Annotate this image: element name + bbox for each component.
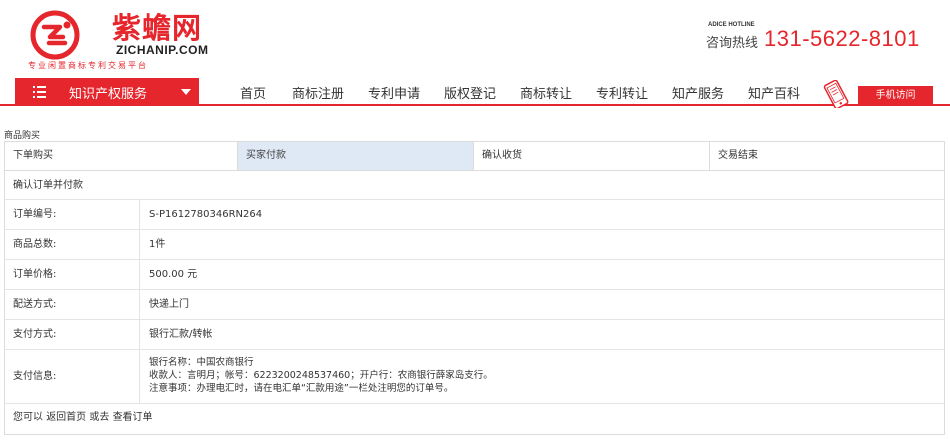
nav-link-patent-transfer[interactable]: 专利转让 [596, 83, 648, 102]
hotline: ADICE HOTLINE 咨询热线 131-5622-8101 [706, 22, 936, 62]
nav-link-ip-wiki[interactable]: 知产百科 [748, 83, 800, 102]
order-price-label: 订单价格: [13, 269, 57, 280]
view-orders-link[interactable]: 查看订单 [113, 412, 153, 423]
hotline-label: 咨询热线 [706, 36, 759, 51]
payment-method-label: 支付方式: [13, 329, 57, 340]
item-total-label: 商品总数: [13, 239, 57, 250]
footer-links-row: 您可以 返回首页 或去 查看订单 [5, 404, 944, 434]
step-place-order: 下单购买 [5, 142, 238, 170]
payment-method-value: 银行汇款/转帐 [139, 320, 212, 349]
table-row: 订单价格: 500.00 元 [5, 260, 944, 290]
order-steps: 下单购买 买家付款 确认收货 交易结束 [5, 142, 944, 171]
delivery-label: 配送方式: [13, 299, 57, 310]
table-row: 订单编号: S-P1612780346RN264 [5, 200, 944, 230]
mobile-phone-icon [823, 80, 849, 108]
nav-link-copyright[interactable]: 版权登记 [444, 83, 496, 102]
confirm-title: 确认订单并付款 [13, 180, 83, 191]
menu-icon [33, 86, 46, 98]
hotline-number: 131-5622-8101 [764, 26, 920, 51]
table-row: 商品总数: 1件 [5, 230, 944, 260]
logo-cn-text: 紫蟾网 [112, 11, 203, 45]
payment-account: 收款人：言明月；帐号：6223200248537460；开户行：农商银行薛家岛支… [149, 370, 493, 381]
site-logo[interactable]: 紫蟾网 ZICHANIP.COM 专业闲置商标专利交易平台 [28, 8, 208, 70]
category-menu-label: 知识产权服务 [69, 87, 148, 102]
payment-info-value: 银行名称：中国农商银行 收款人：言明月；帐号：6223200248537460；… [139, 350, 493, 403]
main-nav: 知识产权服务 首页 商标注册 专利申请 版权登记 商标转让 专利转让 知产服务 … [0, 78, 950, 108]
order-price-value: 500.00 元 [139, 260, 197, 289]
confirm-title-row: 确认订单并付款 [5, 171, 944, 200]
step-confirm-receipt: 确认收货 [474, 142, 710, 170]
payment-info-label: 支付信息: [13, 371, 57, 382]
nav-link-ip-services[interactable]: 知产服务 [672, 83, 724, 102]
logo-en-text: ZICHANIP.COM [116, 43, 209, 57]
item-total-value: 1件 [139, 230, 165, 259]
back-home-link[interactable]: 返回首页 [46, 412, 86, 423]
site-header: 紫蟾网 ZICHANIP.COM 专业闲置商标专利交易平台 ADICE HOTL… [0, 0, 950, 78]
logo-tagline: 专业闲置商标专利交易平台 [28, 61, 148, 70]
table-row: 支付信息: 银行名称：中国农商银行 收款人：言明月；帐号：62232002485… [5, 350, 944, 404]
order-id-value: S-P1612780346RN264 [139, 200, 262, 229]
footer-or: 或去 [89, 412, 110, 423]
table-row: 配送方式: 快递上门 [5, 290, 944, 320]
step-buyer-pay: 买家付款 [238, 142, 474, 170]
nav-link-patent-apply[interactable]: 专利申请 [368, 83, 420, 102]
mobile-access-button[interactable]: 手机访问 [858, 86, 933, 106]
order-table: 下单购买 买家付款 确认收货 交易结束 确认订单并付款 订单编号: S-P161… [4, 141, 945, 435]
payment-note: 注意事项：办理电汇时，请在电汇单“汇款用途”一栏处注明您的订单号。 [149, 383, 454, 394]
hotline-en-label: ADICE HOTLINE [708, 22, 755, 28]
section-title: 商品购买 [4, 131, 41, 141]
category-menu-button[interactable]: 知识产权服务 [15, 78, 199, 106]
caret-down-icon [181, 89, 191, 95]
delivery-value: 快递上门 [139, 290, 189, 319]
footer-links: 您可以 返回首页 或去 查看订单 [13, 404, 153, 432]
table-row: 支付方式: 银行汇款/转帐 [5, 320, 944, 350]
nav-link-home[interactable]: 首页 [240, 83, 266, 102]
step-trade-complete: 交易结束 [718, 150, 758, 161]
nav-link-trademark-transfer[interactable]: 商标转让 [520, 83, 572, 102]
payment-bank-name: 银行名称：中国农商银行 [149, 357, 254, 368]
nav-link-trademark-register[interactable]: 商标注册 [292, 83, 344, 102]
footer-prefix: 您可以 [13, 412, 43, 423]
logo-icon [30, 10, 80, 60]
order-id-label: 订单编号: [13, 209, 57, 220]
